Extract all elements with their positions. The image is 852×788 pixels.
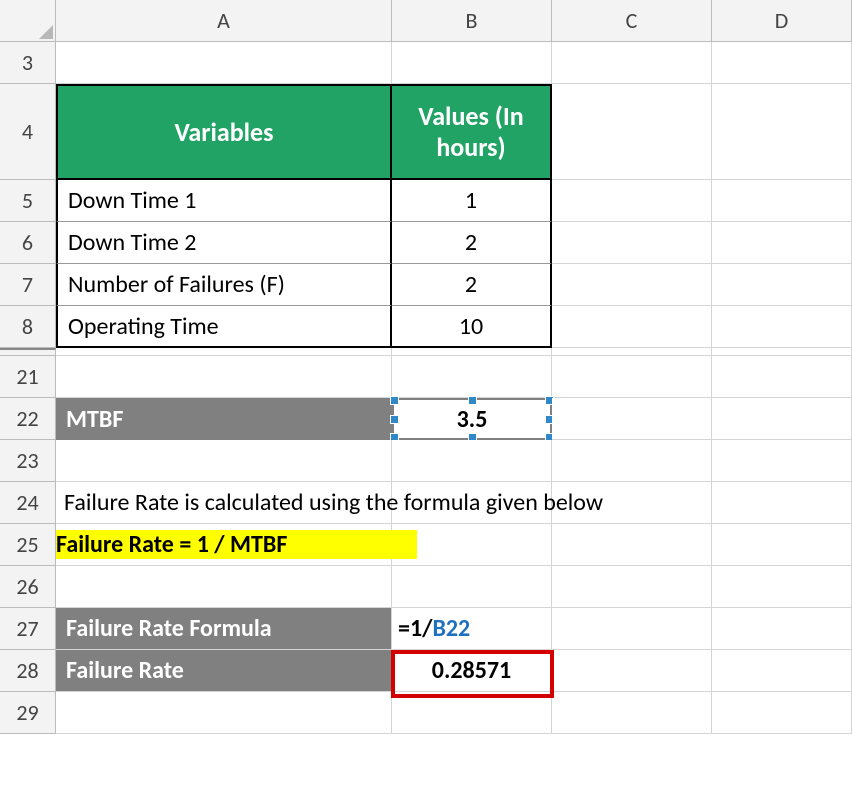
table-row-value[interactable]: 2: [392, 264, 552, 306]
cell-D28[interactable]: [712, 650, 852, 692]
row-header-21[interactable]: 21: [0, 356, 56, 398]
row-header-25[interactable]: 25: [0, 524, 56, 566]
explain-text[interactable]: Failure Rate is calculated using the for…: [56, 482, 392, 524]
cell-C8[interactable]: [552, 306, 712, 348]
cell-D8[interactable]: [712, 306, 852, 348]
cell-A23[interactable]: [56, 440, 392, 482]
table-row-label[interactable]: Operating Time: [56, 306, 392, 348]
mtbf-value-selected[interactable]: 3.5: [392, 398, 552, 440]
cell-C6[interactable]: [552, 222, 712, 264]
row-header-29[interactable]: 29: [0, 692, 56, 734]
row-header-24[interactable]: 24: [0, 482, 56, 524]
cell-D21[interactable]: [712, 356, 852, 398]
cell-D27[interactable]: [712, 608, 852, 650]
col-header-D[interactable]: D: [712, 0, 852, 42]
cell-D26[interactable]: [712, 566, 852, 608]
cell-C26[interactable]: [552, 566, 712, 608]
cell-A21[interactable]: [56, 356, 392, 398]
row-header-6[interactable]: 6: [0, 222, 56, 264]
table-header-values[interactable]: Values (In hours): [392, 84, 552, 180]
cell-C21[interactable]: [552, 356, 712, 398]
row-header-8[interactable]: 8: [0, 306, 56, 348]
cell-C25[interactable]: [552, 524, 712, 566]
cell-D6[interactable]: [712, 222, 852, 264]
row-header-3[interactable]: 3: [0, 42, 56, 84]
cell-C23[interactable]: [552, 440, 712, 482]
failure-rate-label[interactable]: Failure Rate: [56, 650, 392, 692]
row-header-27[interactable]: 27: [0, 608, 56, 650]
formula-cell-ref: B22: [432, 614, 470, 643]
table-row-value[interactable]: 10: [392, 306, 552, 348]
row-header-26[interactable]: 26: [0, 566, 56, 608]
row-gap: [0, 348, 56, 356]
cell-D4[interactable]: [712, 84, 852, 180]
row-header-5[interactable]: 5: [0, 180, 56, 222]
cell-D23[interactable]: [712, 440, 852, 482]
formula-prefix: =1/: [398, 614, 432, 643]
mtbf-value-text: 3.5: [457, 405, 488, 434]
cell-D22[interactable]: [712, 398, 852, 440]
row-header-7[interactable]: 7: [0, 264, 56, 306]
cell-C3[interactable]: [552, 42, 712, 84]
cell-C29[interactable]: [552, 692, 712, 734]
mtbf-label[interactable]: MTBF: [56, 398, 392, 440]
failure-rate-formula-cell[interactable]: =1/B22: [392, 608, 552, 650]
col-header-B[interactable]: B: [392, 0, 552, 42]
failure-rate-value[interactable]: 0.28571: [392, 650, 552, 692]
cell-C7[interactable]: [552, 264, 712, 306]
cell-B23[interactable]: [392, 440, 552, 482]
cell-C4[interactable]: [552, 84, 712, 180]
cell-C5[interactable]: [552, 180, 712, 222]
cell-D25[interactable]: [712, 524, 852, 566]
cell-A3[interactable]: [56, 42, 392, 84]
table-row-value[interactable]: 2: [392, 222, 552, 264]
row-header-23[interactable]: 23: [0, 440, 56, 482]
row-header-22[interactable]: 22: [0, 398, 56, 440]
cell-D24[interactable]: [712, 482, 852, 524]
cell-D3[interactable]: [712, 42, 852, 84]
cell-C27[interactable]: [552, 608, 712, 650]
cell-B3[interactable]: [392, 42, 552, 84]
table-header-variables[interactable]: Variables: [56, 84, 392, 180]
formula-definition: Failure Rate = 1 / MTBF: [56, 530, 417, 559]
cell-D5[interactable]: [712, 180, 852, 222]
table-row-label[interactable]: Down Time 2: [56, 222, 392, 264]
cell-A25[interactable]: Failure Rate = 1 / MTBF: [56, 524, 392, 566]
select-all-triangle[interactable]: [0, 0, 56, 42]
cell-A29[interactable]: [56, 692, 392, 734]
cell-A26[interactable]: [56, 566, 392, 608]
failure-rate-formula-label[interactable]: Failure Rate Formula: [56, 608, 392, 650]
cell-D7[interactable]: [712, 264, 852, 306]
table-row-value[interactable]: 1: [392, 180, 552, 222]
spreadsheet-grid[interactable]: A B C D 3 4 Variables Values (In hours) …: [0, 0, 852, 734]
cell-C22[interactable]: [552, 398, 712, 440]
cell-B21[interactable]: [392, 356, 552, 398]
col-header-A[interactable]: A: [56, 0, 392, 42]
row-header-28[interactable]: 28: [0, 650, 56, 692]
table-row-label[interactable]: Number of Failures (F): [56, 264, 392, 306]
cell-C28[interactable]: [552, 650, 712, 692]
table-row-label[interactable]: Down Time 1: [56, 180, 392, 222]
col-header-C[interactable]: C: [552, 0, 712, 42]
cell-B29[interactable]: [392, 692, 552, 734]
row-header-4[interactable]: 4: [0, 84, 56, 180]
cell-D29[interactable]: [712, 692, 852, 734]
cell-B26[interactable]: [392, 566, 552, 608]
